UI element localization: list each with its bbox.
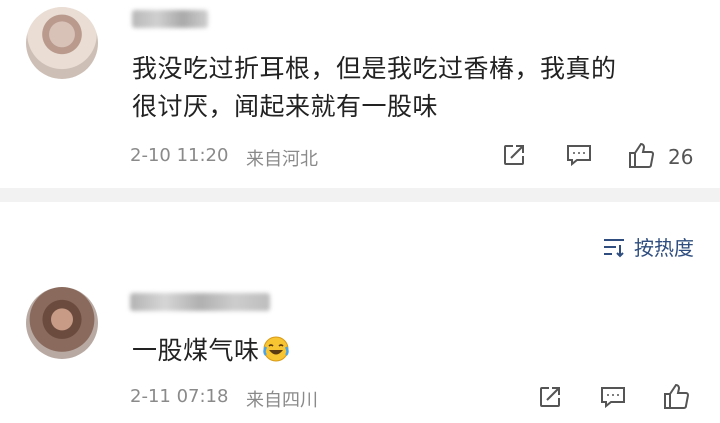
comment-icon[interactable] (599, 384, 627, 410)
comment-text-line: 很讨厌，闻起来就有一股味 (132, 92, 439, 121)
sort-lines-icon (602, 236, 626, 258)
section-divider (0, 188, 720, 202)
share-icon[interactable] (501, 142, 527, 168)
comment-time: 2-11 07:18 (130, 386, 229, 407)
comment-text: 一股煤气味 (132, 332, 290, 370)
username-blurred[interactable] (130, 293, 270, 311)
username-blurred[interactable] (132, 10, 208, 28)
comment-icon[interactable] (565, 142, 593, 168)
like-thumb-icon[interactable] (662, 381, 692, 411)
avatar[interactable] (26, 7, 98, 79)
like-thumb-icon[interactable] (627, 140, 657, 170)
share-icon[interactable] (537, 384, 563, 410)
laugh-cry-emoji (262, 335, 290, 363)
like-count: 26 (668, 145, 694, 169)
comment-time: 2-10 11:20 (130, 145, 229, 166)
comment-location: 来自四川 (246, 390, 318, 411)
comment-text-line: 我没吃过折耳根，但是我吃过香椿，我真的 (132, 54, 617, 83)
avatar[interactable] (26, 287, 98, 359)
sort-label: 按热度 (634, 236, 694, 260)
comment-location: 来自河北 (246, 149, 318, 170)
comment-text-content: 一股煤气味 (132, 336, 260, 365)
sort-by-hot-button[interactable]: 按热度 (602, 232, 694, 261)
